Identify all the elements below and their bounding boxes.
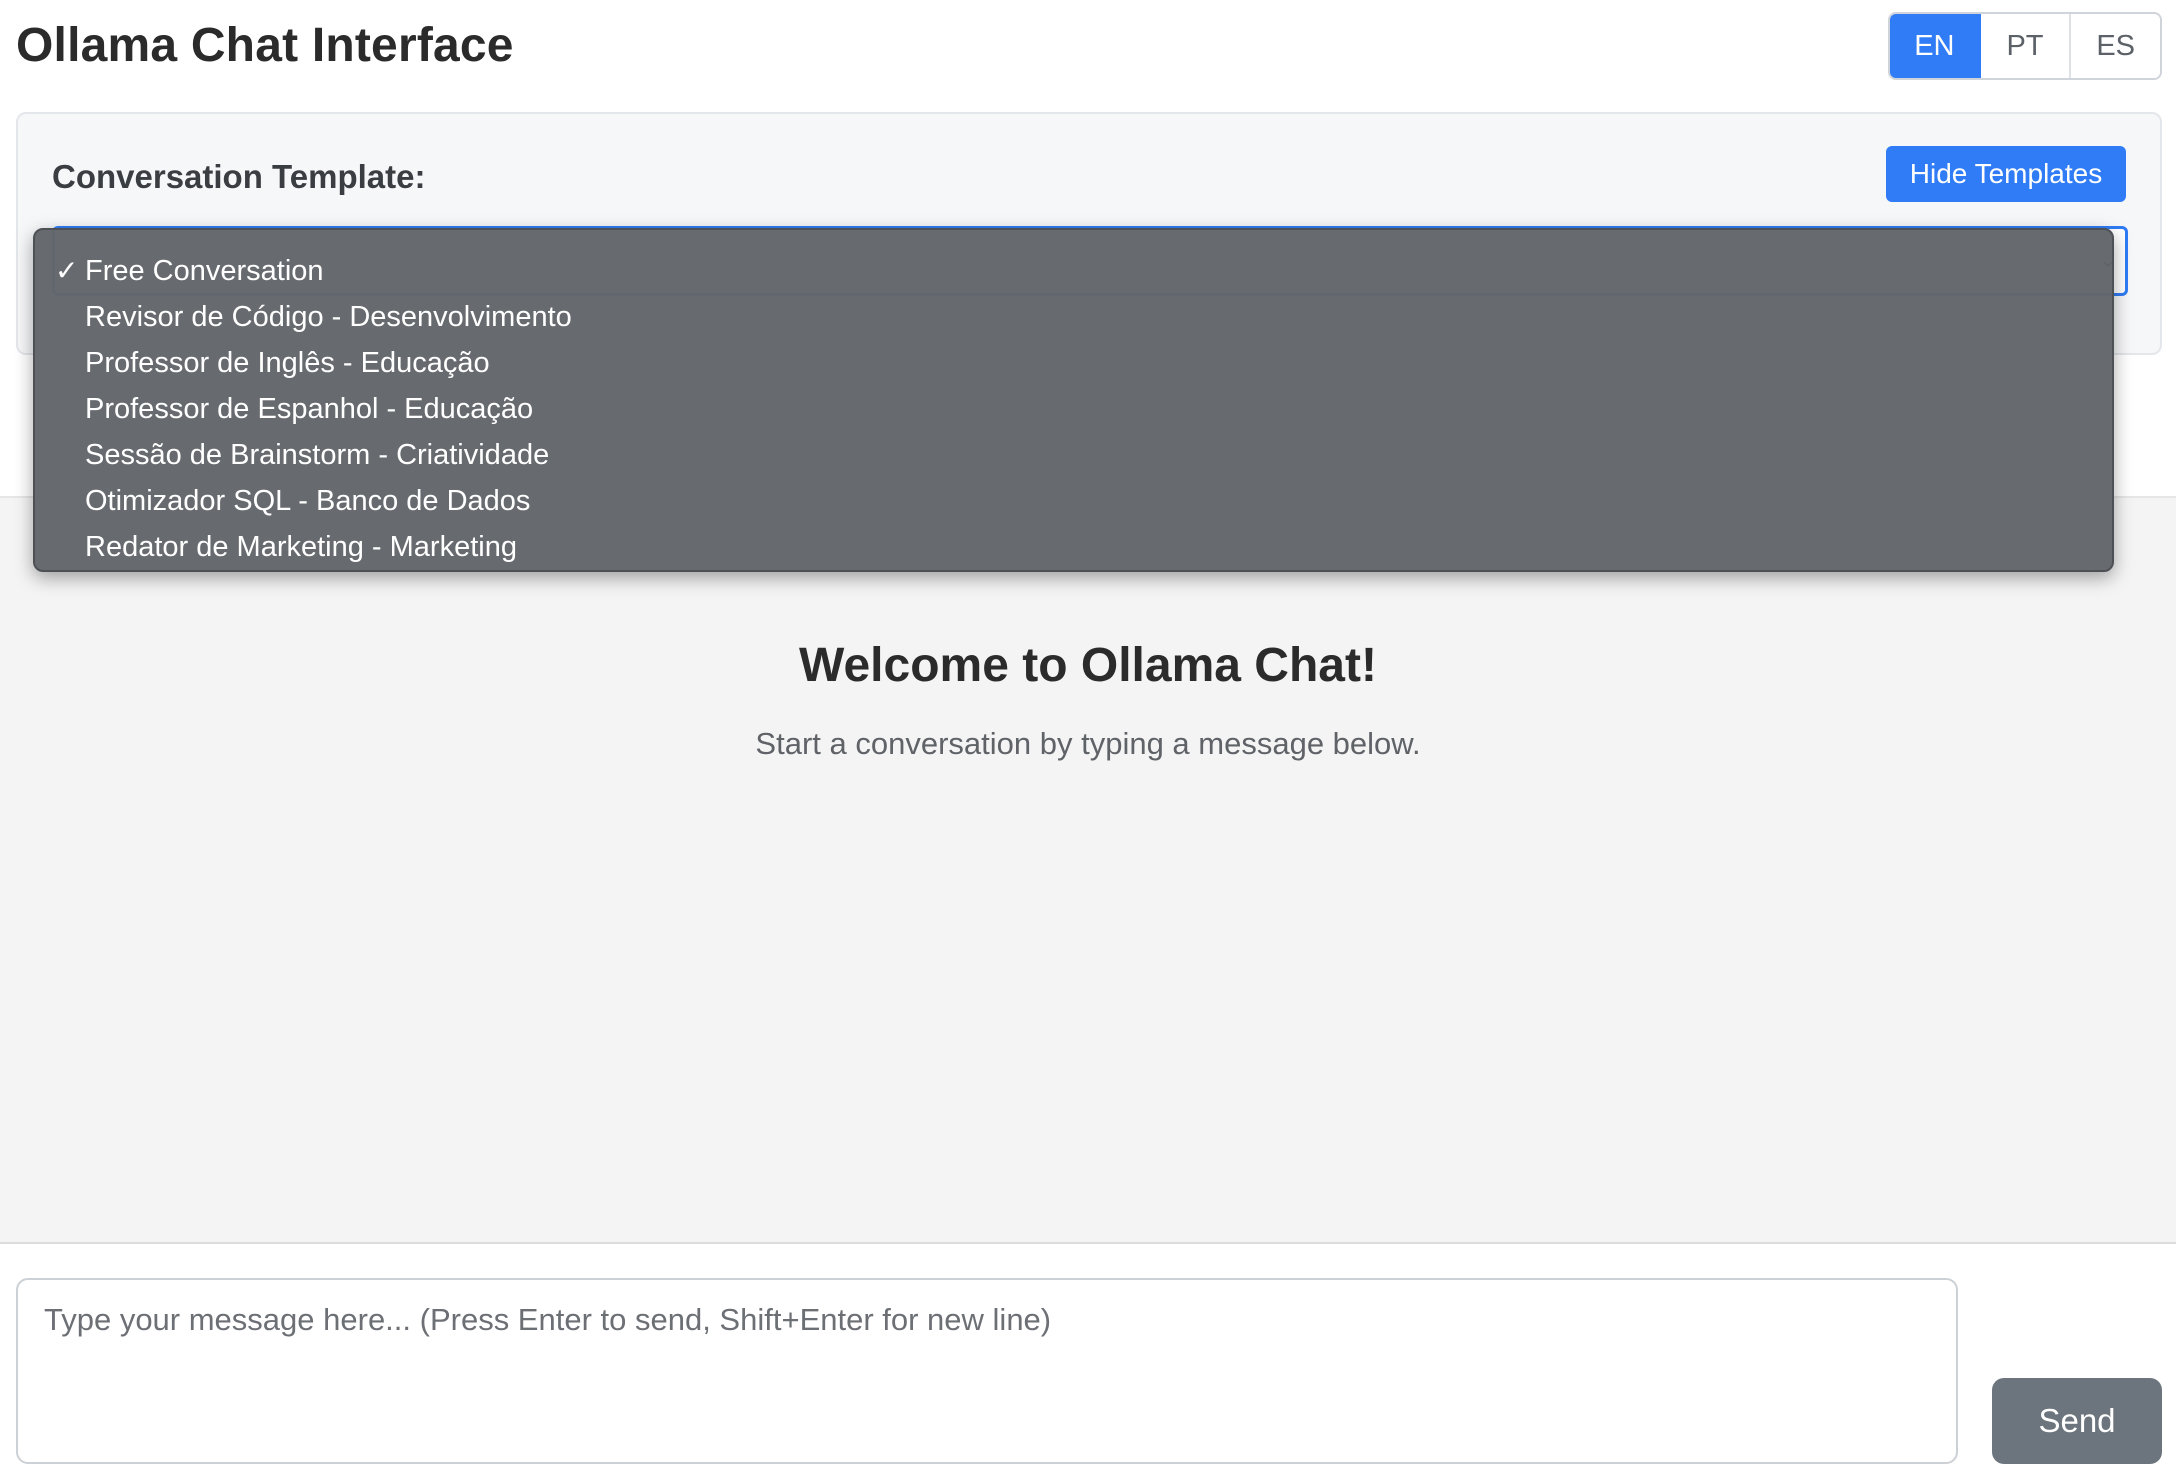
chat-area: Welcome to Ollama Chat! Start a conversa… (0, 498, 2176, 1242)
page-title: Ollama Chat Interface (16, 19, 514, 72)
template-option-label: Professor de Inglês - Educação (85, 347, 490, 379)
template-option-sql-optimizer[interactable]: Otimizador SQL - Banco de Dados (35, 478, 2112, 524)
template-option-free-conversation[interactable]: ✓ Free Conversation (35, 248, 2112, 294)
template-option-label: Redator de Marketing - Marketing (85, 531, 517, 563)
template-label: Conversation Template: (52, 158, 426, 195)
welcome-subtitle: Start a conversation by typing a message… (755, 726, 1421, 761)
header: Ollama Chat Interface EN PT ES (0, 0, 2176, 100)
language-en-button[interactable]: EN (1890, 14, 1979, 78)
template-option-spanish-teacher[interactable]: Professor de Espanhol - Educação (35, 386, 2112, 432)
template-option-english-teacher[interactable]: Professor de Inglês - Educação (35, 340, 2112, 386)
hide-templates-button[interactable]: Hide Templates (1886, 146, 2126, 202)
send-button[interactable]: Send (1992, 1378, 2162, 1464)
app: Ollama Chat Interface EN PT ES Conversat… (0, 0, 2176, 1478)
welcome-title: Welcome to Ollama Chat! (799, 639, 1377, 692)
template-option-marketing-writer[interactable]: Redator de Marketing - Marketing (35, 524, 2112, 570)
message-input[interactable] (16, 1278, 1958, 1464)
composer: Send (0, 1242, 2176, 1478)
template-option-code-reviewer[interactable]: Revisor de Código - Desenvolvimento (35, 294, 2112, 340)
template-dropdown-menu: ✓ Free Conversation Revisor de Código - … (33, 228, 2114, 572)
template-option-brainstorm[interactable]: Sessão de Brainstorm - Criatividade (35, 432, 2112, 478)
checkmark-icon: ✓ (55, 255, 79, 286)
template-option-label: Otimizador SQL - Banco de Dados (85, 485, 531, 517)
template-option-label: Professor de Espanhol - Educação (85, 393, 534, 425)
language-es-button[interactable]: ES (2069, 14, 2160, 78)
template-option-label: Revisor de Código - Desenvolvimento (85, 301, 572, 333)
template-option-label: Free Conversation (85, 255, 324, 287)
language-switcher: EN PT ES (1888, 12, 2162, 80)
template-option-label: Sessão de Brainstorm - Criatividade (85, 439, 550, 471)
language-pt-button[interactable]: PT (1978, 14, 2070, 78)
